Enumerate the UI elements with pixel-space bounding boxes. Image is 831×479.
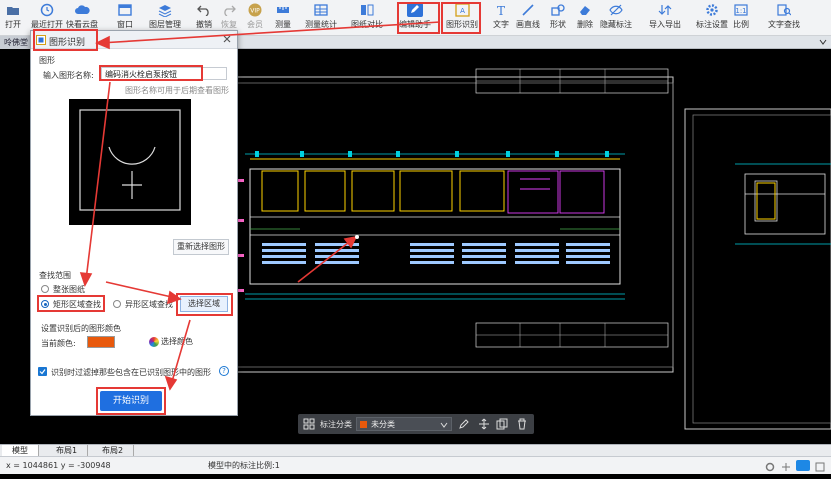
snap-icon[interactable] <box>796 460 810 471</box>
settings-icon[interactable] <box>765 461 775 472</box>
status-bar: x = 1044861 y = -300948 模型中的标注比例:1 <box>0 456 831 474</box>
grid-icon[interactable] <box>303 418 315 430</box>
category-value: 未分类 <box>371 420 395 429</box>
trash-icon[interactable] <box>516 418 528 430</box>
plus-icon[interactable] <box>781 461 791 471</box>
copy-icon[interactable] <box>496 418 508 430</box>
edit-icon[interactable] <box>458 418 470 430</box>
layout-tab-bar: 模型 布局1 布局2 <box>0 444 831 457</box>
tutorial-arrows <box>79 21 441 391</box>
cursor-coordinates: x = 1044861 y = -300948 <box>6 461 111 470</box>
category-color-swatch <box>360 421 367 428</box>
annotation-scale: 模型中的标注比例:1 <box>208 461 280 470</box>
chevron-down-icon <box>440 421 448 429</box>
annotation-category-label: 标注分类 <box>320 420 352 429</box>
annotation-float-toolbar: 标注分类 未分类 <box>298 414 534 434</box>
fullscreen-icon[interactable] <box>815 461 825 472</box>
move-icon[interactable] <box>478 418 490 430</box>
category-select[interactable]: 未分类 <box>356 417 452 431</box>
